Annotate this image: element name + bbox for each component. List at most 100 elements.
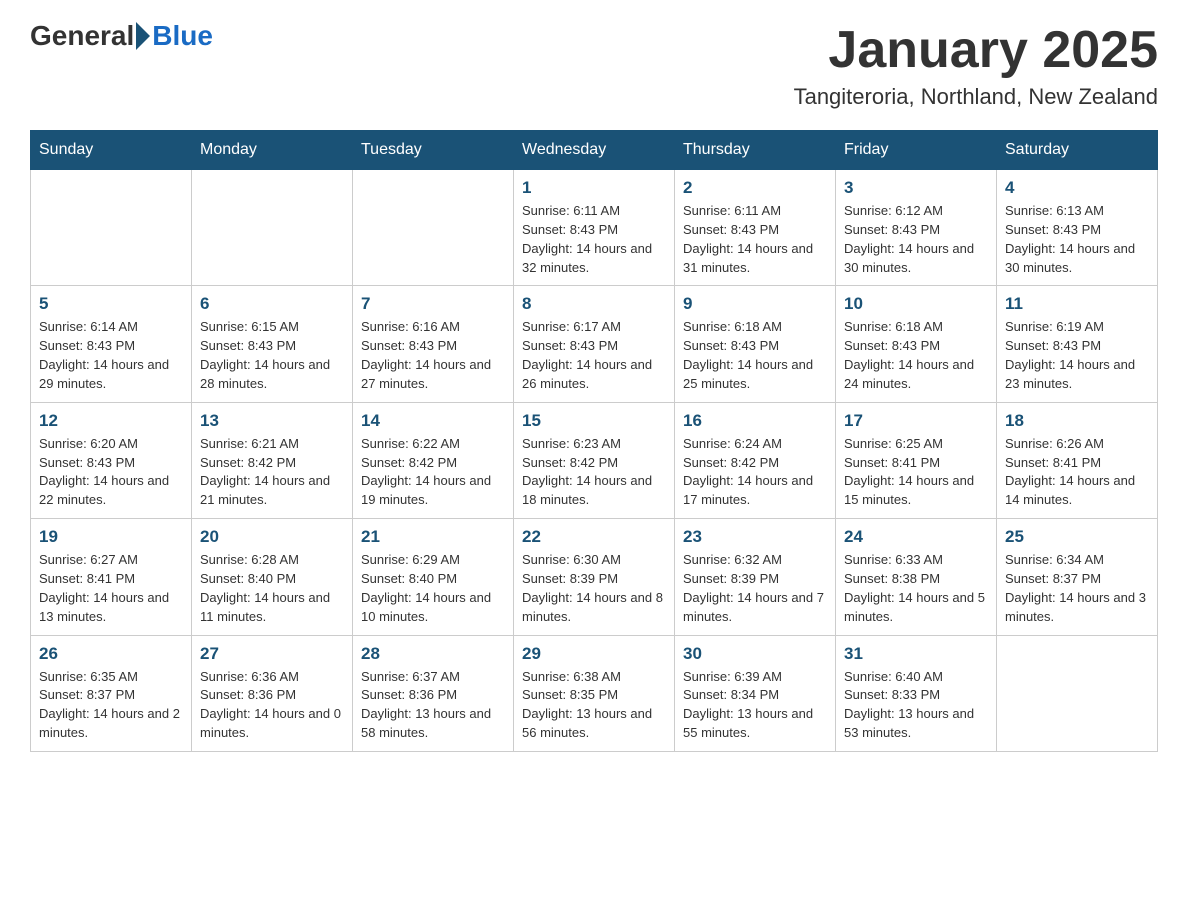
calendar-cell: 25 Sunrise: 6:34 AMSunset: 8:37 PMDayligh… [997,519,1158,635]
day-info: Sunrise: 6:25 AMSunset: 8:41 PMDaylight:… [844,435,988,510]
calendar-cell: 6Sunrise: 6:15 AMSunset: 8:43 PMDaylight… [192,286,353,402]
day-info: Sunrise: 6:24 AMSunset: 8:42 PMDaylight:… [683,435,827,510]
calendar-cell [192,170,353,286]
week-row-4: 19 Sunrise: 6:27 AMSunset: 8:41 PMDayligh… [31,519,1158,635]
calendar-cell: 23 Sunrise: 6:32 AMSunset: 8:39 PMDayligh… [675,519,836,635]
calendar-cell: 19 Sunrise: 6:27 AMSunset: 8:41 PMDayligh… [31,519,192,635]
day-number: 31 [844,644,988,664]
calendar-cell: 22 Sunrise: 6:30 AMSunset: 8:39 PMDayligh… [514,519,675,635]
day-number: 17 [844,411,988,431]
calendar-cell: 12 Sunrise: 6:20 AMSunset: 8:43 PMDayligh… [31,402,192,518]
day-number: 28 [361,644,505,664]
day-info: Sunrise: 6:39 AMSunset: 8:34 PMDaylight:… [683,668,827,743]
calendar-cell: 9 Sunrise: 6:18 AMSunset: 8:43 PMDaylight… [675,286,836,402]
calendar-cell: 31 Sunrise: 6:40 AMSunset: 8:33 PMDayligh… [836,635,997,751]
calendar-cell: 5Sunrise: 6:14 AMSunset: 8:43 PMDaylight… [31,286,192,402]
day-number: 23 [683,527,827,547]
day-info: Sunrise: 6:33 AMSunset: 8:38 PMDaylight:… [844,551,988,626]
logo-blue-text: Blue [152,20,213,52]
day-number: 5 [39,294,183,314]
day-info: Sunrise: 6:32 AMSunset: 8:39 PMDaylight:… [683,551,827,626]
day-info: Sunrise: 6:17 AMSunset: 8:43 PMDaylight:… [522,318,666,393]
day-number: 24 [844,527,988,547]
week-row-2: 5Sunrise: 6:14 AMSunset: 8:43 PMDaylight… [31,286,1158,402]
week-row-5: 26Sunrise: 6:35 AMSunset: 8:37 PMDayligh… [31,635,1158,751]
day-info: Sunrise: 6:29 AMSunset: 8:40 PMDaylight:… [361,551,505,626]
month-title: January 2025 [794,20,1158,80]
calendar-cell: 18 Sunrise: 6:26 AMSunset: 8:41 PMDayligh… [997,402,1158,518]
calendar-cell: 13 Sunrise: 6:21 AMSunset: 8:42 PMDayligh… [192,402,353,518]
day-number: 9 [683,294,827,314]
day-number: 29 [522,644,666,664]
day-number: 10 [844,294,988,314]
day-number: 30 [683,644,827,664]
logo-arrow-icon [136,22,150,50]
week-row-1: 1Sunrise: 6:11 AMSunset: 8:43 PMDaylight… [31,170,1158,286]
calendar-cell: 8 Sunrise: 6:17 AMSunset: 8:43 PMDaylight… [514,286,675,402]
day-number: 26 [39,644,183,664]
col-header-sunday: Sunday [31,131,192,170]
week-row-3: 12 Sunrise: 6:20 AMSunset: 8:43 PMDayligh… [31,402,1158,518]
calendar-cell: 7Sunrise: 6:16 AMSunset: 8:43 PMDaylight… [353,286,514,402]
day-number: 22 [522,527,666,547]
calendar-cell: 29Sunrise: 6:38 AMSunset: 8:35 PMDayligh… [514,635,675,751]
day-number: 19 [39,527,183,547]
day-info: Sunrise: 6:15 AMSunset: 8:43 PMDaylight:… [200,318,344,393]
calendar-cell: 30 Sunrise: 6:39 AMSunset: 8:34 PMDayligh… [675,635,836,751]
calendar-cell: 24 Sunrise: 6:33 AMSunset: 8:38 PMDayligh… [836,519,997,635]
day-info: Sunrise: 6:11 AMSunset: 8:43 PMDaylight:… [522,202,666,277]
title-block: January 2025 Tangiteroria, Northland, Ne… [794,20,1158,110]
day-info: Sunrise: 6:34 AMSunset: 8:37 PMDaylight:… [1005,551,1149,626]
day-number: 11 [1005,294,1149,314]
calendar-cell: 15 Sunrise: 6:23 AMSunset: 8:42 PMDayligh… [514,402,675,518]
day-info: Sunrise: 6:20 AMSunset: 8:43 PMDaylight:… [39,435,183,510]
day-number: 8 [522,294,666,314]
col-header-saturday: Saturday [997,131,1158,170]
calendar-cell: 26Sunrise: 6:35 AMSunset: 8:37 PMDayligh… [31,635,192,751]
day-info: Sunrise: 6:11 AMSunset: 8:43 PMDaylight:… [683,202,827,277]
col-header-friday: Friday [836,131,997,170]
col-header-tuesday: Tuesday [353,131,514,170]
day-number: 20 [200,527,344,547]
day-number: 21 [361,527,505,547]
day-info: Sunrise: 6:30 AMSunset: 8:39 PMDaylight:… [522,551,666,626]
col-header-monday: Monday [192,131,353,170]
calendar-table: SundayMondayTuesdayWednesdayThursdayFrid… [30,130,1158,752]
day-info: Sunrise: 6:23 AMSunset: 8:42 PMDaylight:… [522,435,666,510]
day-number: 3 [844,178,988,198]
day-info: Sunrise: 6:19 AMSunset: 8:43 PMDaylight:… [1005,318,1149,393]
day-info: Sunrise: 6:13 AMSunset: 8:43 PMDaylight:… [1005,202,1149,277]
calendar-cell: 20Sunrise: 6:28 AMSunset: 8:40 PMDayligh… [192,519,353,635]
calendar-cell: 3 Sunrise: 6:12 AMSunset: 8:43 PMDaylight… [836,170,997,286]
page-header: General Blue January 2025 Tangiteroria, … [30,20,1158,110]
day-number: 12 [39,411,183,431]
day-info: Sunrise: 6:36 AMSunset: 8:36 PMDaylight:… [200,668,344,743]
day-number: 25 [1005,527,1149,547]
day-info: Sunrise: 6:40 AMSunset: 8:33 PMDaylight:… [844,668,988,743]
calendar-cell [997,635,1158,751]
day-number: 15 [522,411,666,431]
day-info: Sunrise: 6:12 AMSunset: 8:43 PMDaylight:… [844,202,988,277]
calendar-cell [31,170,192,286]
calendar-cell: 11 Sunrise: 6:19 AMSunset: 8:43 PMDayligh… [997,286,1158,402]
day-info: Sunrise: 6:26 AMSunset: 8:41 PMDaylight:… [1005,435,1149,510]
day-number: 7 [361,294,505,314]
calendar-cell: 2 Sunrise: 6:11 AMSunset: 8:43 PMDaylight… [675,170,836,286]
day-info: Sunrise: 6:27 AMSunset: 8:41 PMDaylight:… [39,551,183,626]
calendar-cell: 17 Sunrise: 6:25 AMSunset: 8:41 PMDayligh… [836,402,997,518]
calendar-cell: 4 Sunrise: 6:13 AMSunset: 8:43 PMDaylight… [997,170,1158,286]
day-number: 4 [1005,178,1149,198]
col-header-thursday: Thursday [675,131,836,170]
day-number: 18 [1005,411,1149,431]
calendar-cell [353,170,514,286]
calendar-cell: 28 Sunrise: 6:37 AMSunset: 8:36 PMDayligh… [353,635,514,751]
day-number: 16 [683,411,827,431]
day-number: 13 [200,411,344,431]
day-info: Sunrise: 6:18 AMSunset: 8:43 PMDaylight:… [683,318,827,393]
day-number: 2 [683,178,827,198]
day-info: Sunrise: 6:22 AMSunset: 8:42 PMDaylight:… [361,435,505,510]
day-info: Sunrise: 6:21 AMSunset: 8:42 PMDaylight:… [200,435,344,510]
logo: General Blue [30,20,213,52]
calendar-cell: 27Sunrise: 6:36 AMSunset: 8:36 PMDayligh… [192,635,353,751]
day-info: Sunrise: 6:37 AMSunset: 8:36 PMDaylight:… [361,668,505,743]
